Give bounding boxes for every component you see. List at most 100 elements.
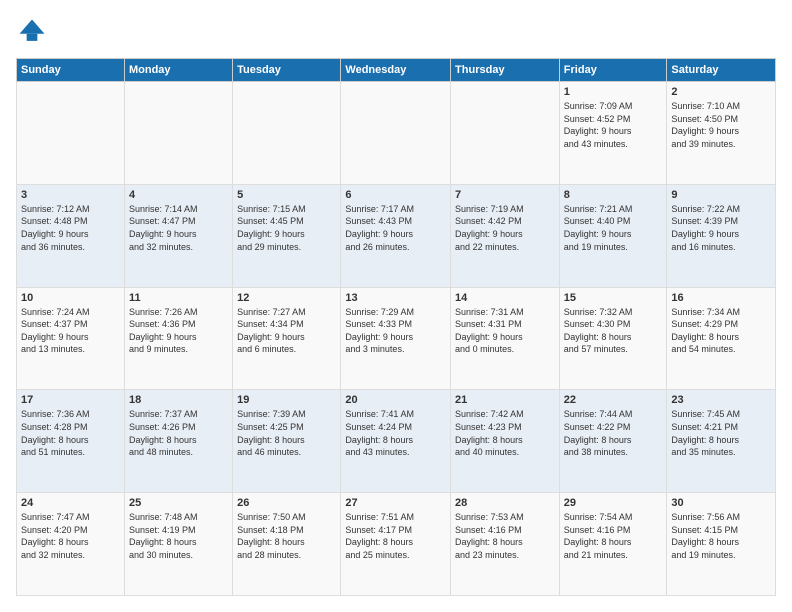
day-number: 4 [129,189,228,201]
day-cell: 18Sunrise: 7:37 AM Sunset: 4:26 PM Dayli… [124,390,232,493]
day-cell: 28 Sunrise: 7:53 AM Sunset: 4:16 PM Dayli… [451,493,560,596]
header-row: SundayMondayTuesdayWednesdayThursdayFrid… [17,59,776,82]
day-cell [341,82,451,185]
day-info: Sunrise: 7:29 AM Sunset: 4:33 PM Dayligh… [345,306,446,356]
day-cell [124,82,232,185]
day-cell: 4 Sunrise: 7:14 AM Sunset: 4:47 PM Daylig… [124,184,232,287]
day-number: 26 [237,497,336,509]
day-cell: 15 Sunrise: 7:32 AM Sunset: 4:30 PM Dayli… [559,287,667,390]
day-header-friday: Friday [559,59,667,82]
day-number: 30 [671,497,771,509]
day-info: Sunrise: 7:34 AM Sunset: 4:29 PM Dayligh… [671,306,771,356]
day-info: Sunrise: 7:10 AM Sunset: 4:50 PM Dayligh… [671,100,771,150]
day-cell [233,82,341,185]
day-number: 6 [345,189,446,201]
day-cell: 26 Sunrise: 7:50 AM Sunset: 4:18 PM Dayli… [233,493,341,596]
day-header-tuesday: Tuesday [233,59,341,82]
day-info: Sunrise: 7:51 AM Sunset: 4:17 PM Dayligh… [345,511,446,561]
day-info: Sunrise: 7:56 AM Sunset: 4:15 PM Dayligh… [671,511,771,561]
day-number: 22 [564,394,663,406]
day-number: 2 [671,86,771,98]
day-number: 3 [21,189,120,201]
day-number: 15 [564,292,663,304]
week-row-5: 24 Sunrise: 7:47 AM Sunset: 4:20 PM Dayli… [17,493,776,596]
day-info: Sunrise: 7:42 AM Sunset: 4:23 PM Dayligh… [455,408,555,458]
day-info: Sunrise: 7:27 AM Sunset: 4:34 PM Dayligh… [237,306,336,356]
day-info: Sunrise: 7:37 AM Sunset: 4:26 PM Dayligh… [129,408,228,458]
day-info: Sunrise: 7:12 AM Sunset: 4:48 PM Dayligh… [21,203,120,253]
day-cell: 2 Sunrise: 7:10 AM Sunset: 4:50 PM Daylig… [667,82,776,185]
day-number: 8 [564,189,663,201]
day-info: Sunrise: 7:47 AM Sunset: 4:20 PM Dayligh… [21,511,120,561]
day-cell: 25Sunrise: 7:48 AM Sunset: 4:19 PM Dayli… [124,493,232,596]
day-cell: 12 Sunrise: 7:27 AM Sunset: 4:34 PM Dayli… [233,287,341,390]
day-info: Sunrise: 7:19 AM Sunset: 4:42 PM Dayligh… [455,203,555,253]
day-number: 23 [671,394,771,406]
day-cell [451,82,560,185]
day-number: 27 [345,497,446,509]
day-cell: 19 Sunrise: 7:39 AM Sunset: 4:25 PM Dayli… [233,390,341,493]
day-number: 17 [21,394,120,406]
calendar-body: 1 Sunrise: 7:09 AM Sunset: 4:52 PM Daylig… [17,82,776,596]
day-cell: 22 Sunrise: 7:44 AM Sunset: 4:22 PM Dayli… [559,390,667,493]
day-header-wednesday: Wednesday [341,59,451,82]
day-info: Sunrise: 7:17 AM Sunset: 4:43 PM Dayligh… [345,203,446,253]
day-info: Sunrise: 7:48 AM Sunset: 4:19 PM Dayligh… [129,511,228,561]
week-row-3: 10 Sunrise: 7:24 AM Sunset: 4:37 PM Dayli… [17,287,776,390]
day-cell: 16 Sunrise: 7:34 AM Sunset: 4:29 PM Dayli… [667,287,776,390]
day-number: 16 [671,292,771,304]
calendar-header: SundayMondayTuesdayWednesdayThursdayFrid… [17,59,776,82]
day-number: 1 [564,86,663,98]
week-row-1: 1 Sunrise: 7:09 AM Sunset: 4:52 PM Daylig… [17,82,776,185]
logo-icon [16,16,48,48]
day-info: Sunrise: 7:14 AM Sunset: 4:47 PM Dayligh… [129,203,228,253]
day-number: 7 [455,189,555,201]
day-cell: 30 Sunrise: 7:56 AM Sunset: 4:15 PM Dayli… [667,493,776,596]
day-header-thursday: Thursday [451,59,560,82]
day-cell: 27 Sunrise: 7:51 AM Sunset: 4:17 PM Dayli… [341,493,451,596]
week-row-2: 3 Sunrise: 7:12 AM Sunset: 4:48 PM Daylig… [17,184,776,287]
day-number: 10 [21,292,120,304]
day-info: Sunrise: 7:32 AM Sunset: 4:30 PM Dayligh… [564,306,663,356]
week-row-4: 17Sunrise: 7:36 AM Sunset: 4:28 PM Dayli… [17,390,776,493]
day-cell: 14 Sunrise: 7:31 AM Sunset: 4:31 PM Dayli… [451,287,560,390]
logo [16,16,52,48]
day-number: 5 [237,189,336,201]
day-number: 24 [21,497,120,509]
day-info: Sunrise: 7:09 AM Sunset: 4:52 PM Dayligh… [564,100,663,150]
day-number: 21 [455,394,555,406]
day-cell: 11Sunrise: 7:26 AM Sunset: 4:36 PM Dayli… [124,287,232,390]
day-number: 9 [671,189,771,201]
day-cell: 17Sunrise: 7:36 AM Sunset: 4:28 PM Dayli… [17,390,125,493]
day-cell: 20Sunrise: 7:41 AM Sunset: 4:24 PM Dayli… [341,390,451,493]
day-number: 12 [237,292,336,304]
day-info: Sunrise: 7:22 AM Sunset: 4:39 PM Dayligh… [671,203,771,253]
calendar: SundayMondayTuesdayWednesdayThursdayFrid… [16,58,776,596]
day-cell: 10 Sunrise: 7:24 AM Sunset: 4:37 PM Dayli… [17,287,125,390]
day-info: Sunrise: 7:53 AM Sunset: 4:16 PM Dayligh… [455,511,555,561]
day-info: Sunrise: 7:21 AM Sunset: 4:40 PM Dayligh… [564,203,663,253]
day-info: Sunrise: 7:50 AM Sunset: 4:18 PM Dayligh… [237,511,336,561]
day-info: Sunrise: 7:54 AM Sunset: 4:16 PM Dayligh… [564,511,663,561]
day-info: Sunrise: 7:39 AM Sunset: 4:25 PM Dayligh… [237,408,336,458]
day-info: Sunrise: 7:44 AM Sunset: 4:22 PM Dayligh… [564,408,663,458]
day-info: Sunrise: 7:31 AM Sunset: 4:31 PM Dayligh… [455,306,555,356]
day-cell: 6 Sunrise: 7:17 AM Sunset: 4:43 PM Daylig… [341,184,451,287]
day-cell: 1 Sunrise: 7:09 AM Sunset: 4:52 PM Daylig… [559,82,667,185]
day-cell: 9 Sunrise: 7:22 AM Sunset: 4:39 PM Daylig… [667,184,776,287]
day-header-sunday: Sunday [17,59,125,82]
day-number: 29 [564,497,663,509]
day-cell [17,82,125,185]
day-number: 14 [455,292,555,304]
day-cell: 3 Sunrise: 7:12 AM Sunset: 4:48 PM Daylig… [17,184,125,287]
day-info: Sunrise: 7:24 AM Sunset: 4:37 PM Dayligh… [21,306,120,356]
day-cell: 7 Sunrise: 7:19 AM Sunset: 4:42 PM Daylig… [451,184,560,287]
day-number: 28 [455,497,555,509]
day-cell: 23 Sunrise: 7:45 AM Sunset: 4:21 PM Dayli… [667,390,776,493]
day-info: Sunrise: 7:45 AM Sunset: 4:21 PM Dayligh… [671,408,771,458]
day-cell: 13Sunrise: 7:29 AM Sunset: 4:33 PM Dayli… [341,287,451,390]
day-number: 20 [345,394,446,406]
day-number: 19 [237,394,336,406]
day-header-saturday: Saturday [667,59,776,82]
day-cell: 21 Sunrise: 7:42 AM Sunset: 4:23 PM Dayli… [451,390,560,493]
